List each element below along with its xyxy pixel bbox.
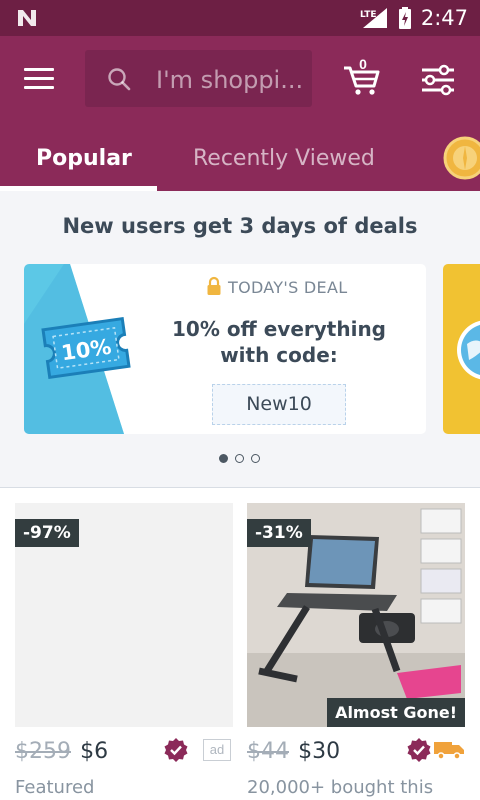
deal-label: TODAY'S DEAL <box>228 278 348 297</box>
ticket-icon: 10% <box>41 316 131 380</box>
product-image[interactable]: -31% Almost Gone! <box>247 503 465 727</box>
tab-indicator <box>0 186 157 191</box>
lte-signal-icon: LTE <box>360 8 387 28</box>
tab-bar: Popular Recently Viewed <box>0 136 480 191</box>
product-image[interactable]: -97% <box>15 503 233 727</box>
next-deal-card[interactable] <box>443 264 480 434</box>
verified-badge-icon <box>407 738 431 762</box>
battery-charging-icon <box>398 7 411 29</box>
cart-count: 0 <box>359 56 367 72</box>
tab-popular[interactable]: Popular <box>36 146 132 171</box>
product-label: Featured <box>15 777 95 798</box>
filter-sliders-icon[interactable] <box>418 64 458 96</box>
lock-icon <box>207 276 221 295</box>
sale-price: $30 <box>298 739 341 764</box>
original-price: $259 <box>15 739 71 764</box>
carousel-dot[interactable] <box>219 454 228 463</box>
product-label: 20,000+ bought this <box>247 777 434 798</box>
search-input[interactable]: I'm shoppi... <box>85 50 312 107</box>
globe-icon <box>457 320 480 380</box>
status-time: 2:47 <box>420 6 468 30</box>
promo-code[interactable]: New10 <box>212 384 346 425</box>
deal-text: 10% off everything with code: <box>171 317 386 367</box>
network-label: LTE <box>360 10 377 20</box>
coin-icon[interactable] <box>443 136 480 180</box>
original-price: $44 <box>247 739 289 764</box>
almost-gone-badge: Almost Gone! <box>327 698 465 727</box>
carousel-dot[interactable] <box>251 454 260 463</box>
verified-badge-icon <box>164 738 188 762</box>
discount-badge: -31% <box>247 519 311 547</box>
price-row: $44 $30 <box>247 739 340 764</box>
app-bar: I'm shoppi... 0 Popular Recently Viewed <box>0 36 480 191</box>
search-placeholder: I'm shoppi... <box>156 66 304 94</box>
deal-card[interactable]: 10% TODAY'S DEAL 10% off everything with… <box>24 264 426 434</box>
carousel-dot[interactable] <box>235 454 244 463</box>
android-n-icon <box>18 10 36 26</box>
product-card[interactable]: -97% $259 $6 ad Featured <box>15 503 233 798</box>
promo-title: New users get 3 days of deals <box>62 214 418 238</box>
ad-badge: ad <box>203 739 231 761</box>
fast-shipping-truck-icon <box>434 742 464 760</box>
discount-badge: -97% <box>15 519 79 547</box>
hamburger-icon <box>24 68 58 89</box>
price-row: $259 $6 <box>15 739 108 764</box>
menu-button[interactable] <box>24 64 58 92</box>
product-card[interactable]: -31% Almost Gone! $44 $30 20,000+ bought… <box>247 503 465 798</box>
search-icon <box>108 68 131 91</box>
carousel-dots <box>219 454 260 463</box>
sale-price: $6 <box>80 739 109 764</box>
status-bar: LTE 2:47 <box>0 0 480 36</box>
tab-recently-viewed[interactable]: Recently Viewed <box>193 146 375 171</box>
